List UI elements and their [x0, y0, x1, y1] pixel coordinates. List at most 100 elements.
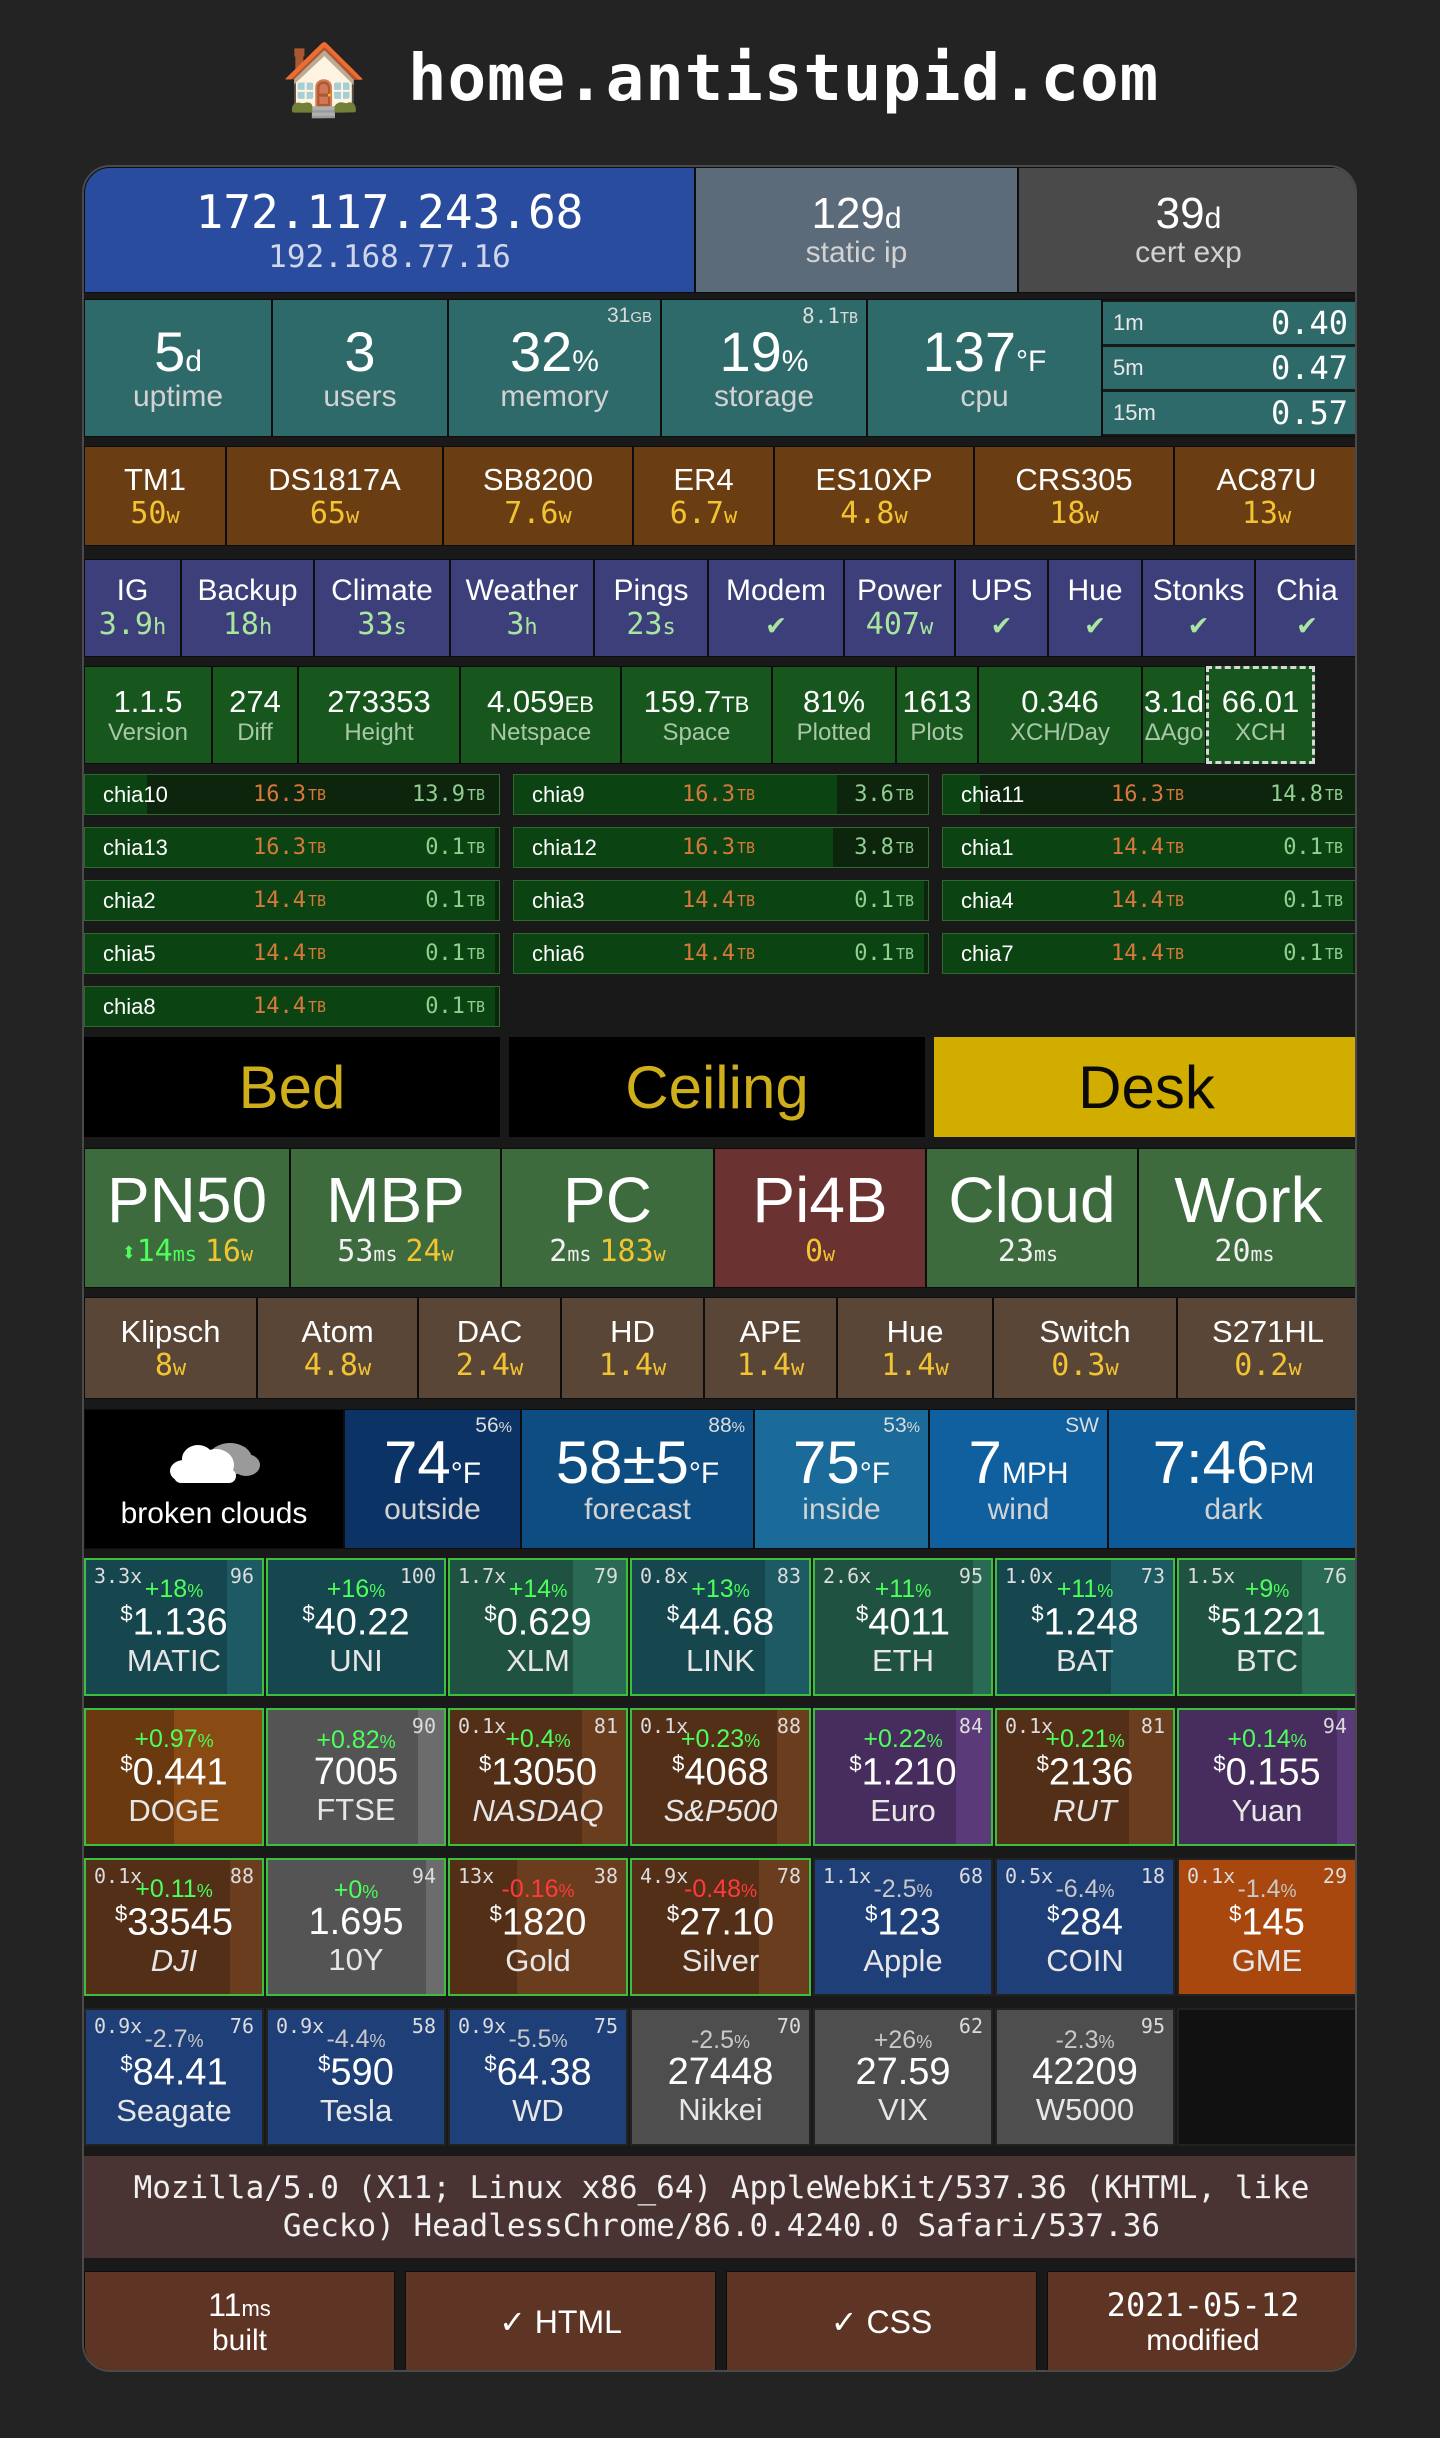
service-tile[interactable]: IG 3.9h: [84, 559, 181, 657]
outlet-tile[interactable]: Klipsch 8w: [84, 1297, 257, 1399]
stock-tile[interactable]: 95 -2.3% 42209 W5000: [995, 2008, 1175, 2146]
cpu-tile[interactable]: 137°F cpu: [867, 299, 1102, 437]
stock-tile[interactable]: 4.9x 78 -0.48% $27.10 Silver: [630, 1858, 811, 1996]
stock-tile[interactable]: 0.1x 29 -1.4% $145 GME: [1177, 1858, 1355, 1996]
light-toggle[interactable]: Ceiling: [509, 1037, 925, 1137]
users-tile[interactable]: 3 users: [272, 299, 448, 437]
chia-node-bar[interactable]: chia2 14.4 TB 0.1 TB: [84, 880, 500, 921]
light-toggle[interactable]: Bed: [84, 1037, 500, 1137]
stock-tile[interactable]: 1.1x 68 -2.5% $123 Apple: [813, 1858, 993, 1996]
stock-tile[interactable]: 0.9x 75 -5.5% $64.38 WD: [448, 2008, 628, 2146]
stock-tile[interactable]: 84 +0.22% $1.210 Euro: [813, 1708, 993, 1846]
outlet-tile[interactable]: HD 1.4w: [561, 1297, 704, 1399]
device-tile[interactable]: AC87U 13w: [1174, 446, 1355, 546]
site-title[interactable]: home.antistupid.com: [408, 42, 1159, 116]
stock-tile[interactable]: 62 +26% 27.59 VIX: [813, 2008, 993, 2146]
host-tile[interactable]: Cloud 23ms: [926, 1148, 1138, 1288]
chia-node-bar[interactable]: chia1 14.4 TB 0.1 TB: [942, 827, 1355, 868]
inside-temp-tile[interactable]: 53% 75°F inside: [754, 1409, 929, 1549]
chia-node-bar[interactable]: chia5 14.4 TB 0.1 TB: [84, 933, 500, 974]
chia-stat-tile[interactable]: 4.059EB Netspace: [460, 666, 621, 764]
chia-stat-tile[interactable]: 159.7TB Space: [621, 666, 772, 764]
stock-tile[interactable]: 1.5x 76 +9% $51221 BTC: [1177, 1558, 1355, 1696]
html-valid-link[interactable]: ✓ HTML: [405, 2271, 716, 2370]
forecast-tile[interactable]: 88% 58±5°F forecast: [521, 1409, 754, 1549]
stock-tile[interactable]: 94 +0% 1.695 10Y: [266, 1858, 446, 1996]
host-tile[interactable]: Work 20ms: [1138, 1148, 1355, 1288]
chia-node-bar[interactable]: chia7 14.4 TB 0.1 TB: [942, 933, 1355, 974]
service-tile[interactable]: Modem ✔: [708, 559, 844, 657]
memory-tile[interactable]: 31GB 32% memory: [448, 299, 661, 437]
host-tile[interactable]: Pi4B 0w: [714, 1148, 926, 1288]
chia-stat-tile[interactable]: 1.1.5 Version: [84, 666, 212, 764]
stock-tile[interactable]: 0.1x 88 +0.23% $4068 S&P500: [630, 1708, 811, 1846]
chia-stat-tile[interactable]: 273353 Height: [298, 666, 460, 764]
chia-node-bar[interactable]: chia10 16.3 TB 13.9 TB: [84, 774, 500, 815]
outside-temp-tile[interactable]: 56% 74°F outside: [344, 1409, 521, 1549]
css-valid-link[interactable]: ✓ CSS: [726, 2271, 1037, 2370]
outlet-tile[interactable]: APE 1.4w: [704, 1297, 837, 1399]
modified-tile[interactable]: 2021-05-12 modified: [1047, 2271, 1355, 2370]
stock-tile[interactable]: 1.7x 79 +14% $0.629 XLM: [448, 1558, 628, 1696]
service-tile[interactable]: Pings 23s: [594, 559, 708, 657]
chia-node-bar[interactable]: chia11 16.3 TB 14.8 TB: [942, 774, 1355, 815]
stock-tile[interactable]: +0.97% $0.441 DOGE: [84, 1708, 264, 1846]
outlet-tile[interactable]: Switch 0.3w: [993, 1297, 1177, 1399]
ip-tile[interactable]: 172.117.243.68 192.168.77.16: [84, 167, 695, 293]
service-tile[interactable]: Backup 18h: [181, 559, 314, 657]
stock-tile[interactable]: 0.1x 81 +0.4% $13050 NASDAQ: [448, 1708, 628, 1846]
stock-tile[interactable]: 0.5x 18 -6.4% $284 COIN: [995, 1858, 1175, 1996]
stock-tile[interactable]: 0.1x 81 +0.21% $2136 RUT: [995, 1708, 1175, 1846]
time-tile[interactable]: 7:46PM dark: [1108, 1409, 1355, 1549]
stock-tile[interactable]: 90 +0.82% 7005 FTSE: [266, 1708, 446, 1846]
stock-tile[interactable]: 100 +16% $40.22 UNI: [266, 1558, 446, 1696]
chia-stat-tile[interactable]: 1613 Plots: [896, 666, 978, 764]
light-toggle[interactable]: Desk: [934, 1037, 1355, 1137]
chia-stat-tile[interactable]: 81% Plotted: [772, 666, 896, 764]
outlet-tile[interactable]: S271HL 0.2w: [1177, 1297, 1355, 1399]
device-tile[interactable]: ES10XP 4.8w: [774, 446, 974, 546]
chia-node-bar[interactable]: chia13 16.3 TB 0.1 TB: [84, 827, 500, 868]
chia-node-bar[interactable]: chia3 14.4 TB 0.1 TB: [513, 880, 929, 921]
stock-tile[interactable]: 0.9x 58 -4.4% $590 Tesla: [266, 2008, 446, 2146]
chia-node-bar[interactable]: chia12 16.3 TB 3.8 TB: [513, 827, 929, 868]
chia-stat-tile[interactable]: 66.01 XCH: [1206, 666, 1315, 764]
service-tile[interactable]: Chia ✔: [1255, 559, 1355, 657]
cert-tile[interactable]: 39d cert exp: [1018, 167, 1355, 293]
chia-node-bar[interactable]: chia6 14.4 TB 0.1 TB: [513, 933, 929, 974]
service-tile[interactable]: Weather 3h: [450, 559, 594, 657]
uptime-tile[interactable]: 5d uptime: [84, 299, 272, 437]
stock-tile[interactable]: 0.8x 83 +13% $44.68 LINK: [630, 1558, 811, 1696]
chia-stat-tile[interactable]: 0.346 XCH/Day: [978, 666, 1142, 764]
service-tile[interactable]: Hue ✔: [1048, 559, 1142, 657]
chia-node-bar[interactable]: chia4 14.4 TB 0.1 TB: [942, 880, 1355, 921]
device-tile[interactable]: SB8200 7.6w: [443, 446, 633, 546]
outlet-tile[interactable]: Atom 4.8w: [257, 1297, 418, 1399]
chia-stat-tile[interactable]: 3.1d ΔAgo: [1142, 666, 1206, 764]
stock-tile[interactable]: 13x 38 -0.16% $1820 Gold: [448, 1858, 628, 1996]
static-ip-tile[interactable]: 129d static ip: [695, 167, 1018, 293]
wind-tile[interactable]: SW 7MPH wind: [929, 1409, 1108, 1549]
device-tile[interactable]: TM1 50w: [84, 446, 226, 546]
stock-tile[interactable]: 3.3x 96 +18% $1.136 MATIC: [84, 1558, 264, 1696]
host-tile[interactable]: MBP 53ms 24w: [290, 1148, 501, 1288]
service-tile[interactable]: Stonks ✔: [1142, 559, 1255, 657]
outlet-tile[interactable]: DAC 2.4w: [418, 1297, 561, 1399]
stock-tile[interactable]: 0.9x 76 -2.7% $84.41 Seagate: [84, 2008, 264, 2146]
stock-tile[interactable]: 2.6x 95 +11% $4011 ETH: [813, 1558, 993, 1696]
service-tile[interactable]: Power 407w: [844, 559, 955, 657]
storage-tile[interactable]: 8.1TB 19% storage: [661, 299, 867, 437]
stock-tile[interactable]: 0.1x 88 +0.11% $33545 DJI: [84, 1858, 264, 1996]
host-tile[interactable]: PC 2ms 183w: [501, 1148, 714, 1288]
chia-stat-tile[interactable]: 274 Diff: [212, 666, 298, 764]
outlet-tile[interactable]: Hue 1.4w: [837, 1297, 993, 1399]
stock-tile[interactable]: 70 -2.5% 27448 Nikkei: [630, 2008, 811, 2146]
service-tile[interactable]: Climate 33s: [314, 559, 450, 657]
build-time-tile[interactable]: 11ms built: [84, 2271, 395, 2370]
device-tile[interactable]: DS1817A 65w: [226, 446, 443, 546]
device-tile[interactable]: CRS305 18w: [974, 446, 1174, 546]
weather-condition-tile[interactable]: broken clouds: [84, 1409, 344, 1549]
stock-tile[interactable]: 94 +0.14% $0.155 Yuan: [1177, 1708, 1355, 1846]
load-tile[interactable]: 1m 0.40 5m 0.47 15m 0.57: [1102, 299, 1355, 437]
stock-tile[interactable]: 1.0x 73 +11% $1.248 BAT: [995, 1558, 1175, 1696]
